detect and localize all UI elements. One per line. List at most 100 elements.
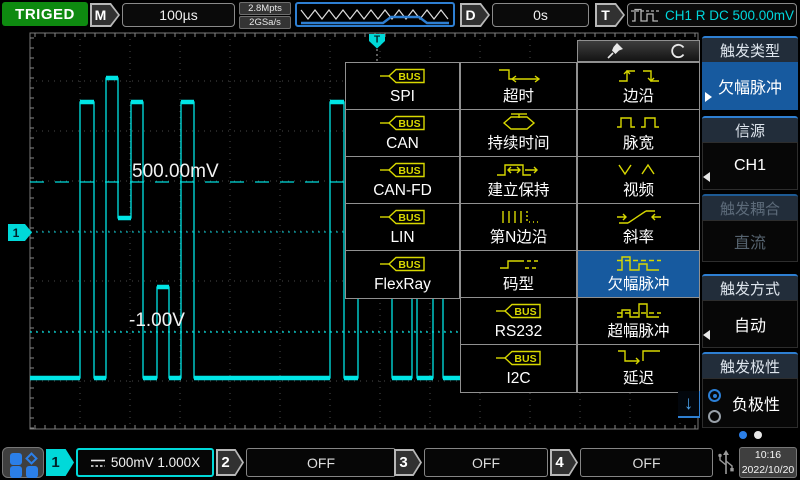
menu-item-超幅脉冲[interactable]: 超幅脉冲 [578, 298, 699, 345]
svg-text:BUS: BUS [398, 70, 420, 82]
clock[interactable]: 10:16 2022/10/20 [739, 447, 797, 478]
menu-item-脉宽[interactable]: 脉宽 [578, 110, 699, 157]
menu-item-label: 码型 [503, 275, 534, 295]
bus-icon: BUS [379, 113, 427, 133]
menu-item-label: RS232 [495, 322, 542, 342]
memory-depth-badge: 2.8Mpts [239, 2, 291, 15]
menu-item-label: 欠幅脉冲 [607, 275, 669, 295]
trigger-readout-text: CH1 R DC 500.00mV [665, 8, 794, 23]
sidebar-option-CH1[interactable]: CH1 [702, 142, 798, 190]
delay-icon [615, 348, 663, 368]
sidebar-option-直流: 直流 [702, 220, 798, 262]
menu-item-label: 边沿 [623, 87, 654, 107]
menu-scroll-down-button[interactable]: ↓ [678, 391, 701, 418]
menu-item-label: 建立保持 [487, 181, 549, 201]
menu-item-FlexRay[interactable]: BUSFlexRay [346, 251, 459, 298]
menu-item-label: CAN [386, 134, 419, 154]
trigger-readout-button[interactable]: CH1 R DC 500.00mV [627, 3, 797, 27]
runt-trigger-icon [630, 7, 660, 23]
menu-item-超时[interactable]: 超时 [461, 63, 576, 110]
pin-icon[interactable] [606, 42, 624, 60]
home-menu-button[interactable] [2, 447, 44, 478]
runt-icon [615, 254, 663, 274]
menu-item-I2C[interactable]: BUSI2C [461, 345, 576, 392]
channel-3-status-button[interactable]: OFF [424, 448, 548, 477]
menu-item-延迟[interactable]: 延迟 [578, 345, 699, 392]
menu-item-欠幅脉冲[interactable]: 欠幅脉冲 [578, 251, 699, 298]
delay-value-button[interactable]: 0s [492, 3, 589, 27]
sidebar-section-title: 信源 [702, 116, 798, 142]
menu-tile-icon [10, 453, 22, 465]
menu-item-SPI[interactable]: BUSSPI [346, 63, 459, 110]
channel-status-text: OFF [307, 455, 335, 471]
svg-text:BUS: BUS [398, 117, 420, 129]
timeout-icon [495, 66, 543, 86]
sidebar-option-欠幅脉冲[interactable]: 欠幅脉冲 [702, 62, 798, 110]
trigger-high-level-label: 500.00mV [132, 161, 219, 183]
refresh-icon[interactable] [669, 42, 687, 60]
channel-status-text: OFF [633, 455, 661, 471]
waveform-overview-bar[interactable] [295, 2, 455, 27]
sidebar-option-自动[interactable]: 自动 [702, 300, 798, 348]
bus-icon: BUS [379, 66, 427, 86]
menu-item-码型[interactable]: 码型 [461, 251, 576, 298]
channel-4-badge[interactable]: 4 [550, 449, 578, 476]
menu-item-斜率[interactable]: 斜率 [578, 204, 699, 251]
date-text: 2022/10/20 [742, 463, 795, 477]
channel-4-status-button[interactable]: OFF [580, 448, 713, 477]
menu-item-label: FlexRay [374, 275, 431, 295]
menu-item-RS232[interactable]: BUSRS232 [461, 298, 576, 345]
bus-icon: BUS [379, 254, 427, 274]
menu-item-视频[interactable]: 视频 [578, 157, 699, 204]
page-dot-active[interactable] [739, 431, 747, 439]
channel-status-text: OFF [472, 455, 500, 471]
menu-item-LIN[interactable]: BUSLIN [346, 204, 459, 251]
pulse-width-icon [615, 113, 663, 133]
edge-icon [615, 66, 663, 86]
collapse-arrow-icon [703, 330, 710, 340]
svg-text:BUS: BUS [514, 353, 536, 365]
channel-3-badge[interactable]: 3 [394, 449, 422, 476]
sidebar-option-label: 直流 [734, 229, 766, 253]
window-icon [615, 301, 663, 321]
radio-unselected-icon[interactable] [708, 410, 721, 423]
dc-coupling-icon [90, 457, 106, 469]
video-icon [615, 160, 663, 180]
menu-item-CAN[interactable]: BUS CAN [346, 110, 459, 157]
menu-item-边沿[interactable]: 边沿 [578, 63, 699, 110]
sidebar-section-title: 触发极性 [702, 352, 798, 378]
timebase-value-button[interactable]: 100µs [122, 3, 235, 27]
sidebar-section-title: 触发方式 [702, 274, 798, 300]
menu-item-label: CAN-FD [373, 181, 432, 201]
menu-item-建立保持[interactable]: 建立保持 [461, 157, 576, 204]
duration-icon [495, 113, 543, 133]
bus-icon: BUS [495, 348, 543, 368]
time-text: 10:16 [755, 448, 781, 462]
page-dot[interactable] [754, 431, 762, 439]
menu-item-label: 脉宽 [623, 134, 654, 154]
radio-selected-icon[interactable] [708, 389, 721, 402]
svg-text:BUS: BUS [398, 164, 420, 176]
sample-rate-badge: 2GSa/s [239, 16, 291, 29]
trigger-badge: T [595, 3, 625, 27]
page-indicator[interactable] [700, 431, 800, 439]
menu-item-第N边沿[interactable]: 第N边沿 [461, 204, 576, 251]
channel-1-badge[interactable]: 1 [46, 449, 74, 476]
menu-item-label: 超时 [503, 87, 534, 107]
menu-item-持续时间[interactable]: 持续时间 [461, 110, 576, 157]
channel1-position-marker[interactable]: 1 [8, 224, 32, 241]
channel-2-badge[interactable]: 2 [216, 449, 244, 476]
bottom-channel-bar: 1 500mV 1.000X 2 OFF 3 OFF 4 OFF 10:16 2022/10/… [0, 445, 800, 480]
channel-number: 3 [396, 451, 420, 474]
channel-2-status-button[interactable]: OFF [246, 448, 396, 477]
channel-1-status-button[interactable]: 500mV 1.000X [76, 448, 214, 477]
trigger-marker-letter: T [374, 35, 380, 46]
channel-status-text: 500mV 1.000X [111, 455, 200, 470]
collapse-arrow-icon [703, 172, 710, 182]
menu-item-CAN-FD[interactable]: BUS CAN-FD [346, 157, 459, 204]
bus-icon: BUS [495, 301, 543, 321]
diamond-tile-icon [25, 452, 38, 465]
sidebar-option-负极性[interactable]: 负极性 [702, 378, 798, 428]
menu-item-label: 第N边沿 [490, 228, 548, 248]
menu-tile-icon [10, 466, 22, 478]
